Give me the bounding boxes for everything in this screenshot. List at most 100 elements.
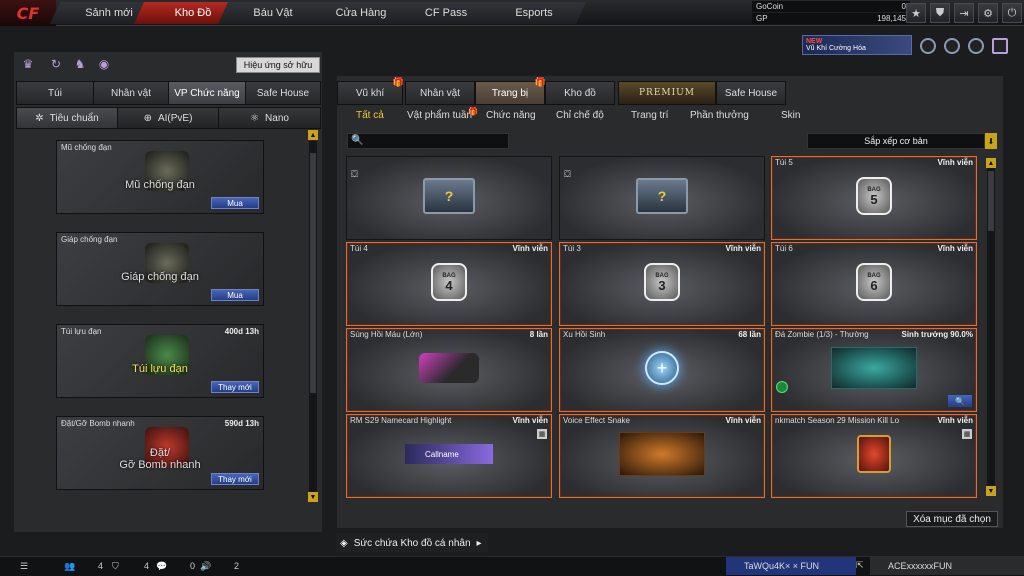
- scroll-up-icon[interactable]: ▲: [986, 158, 996, 168]
- subtab-tat-ca[interactable]: Tất cả: [356, 110, 384, 124]
- storage-capacity-bar[interactable]: ◈ Sức chứa Kho đồ cá nhân ▸: [336, 533, 488, 553]
- subtab-chuc-nang[interactable]: Chức năng: [486, 110, 536, 124]
- refresh-icon[interactable]: ↻: [48, 56, 64, 72]
- tab-trang-bi[interactable]: Trang bị 🎁: [475, 77, 546, 105]
- tab-bau-vat[interactable]: Báu Vật: [218, 2, 328, 24]
- bag-number: 6: [870, 277, 878, 293]
- game-logo[interactable]: CF: [0, 0, 56, 26]
- list-item[interactable]: Túi lựu đạn 400d 13h Túi lựu đạn Thay mớ…: [56, 324, 264, 398]
- tab-vp-chuc-nang[interactable]: VP Chức năng: [168, 81, 246, 105]
- renew-button[interactable]: Thay mới: [211, 381, 259, 393]
- scroll-thumb[interactable]: [310, 153, 316, 393]
- owned-effects-button[interactable]: Hiệu ứng sở hữu: [236, 57, 320, 73]
- inventory-card[interactable]: Súng Hồi Máu (Lớn) 8 lần: [346, 328, 552, 412]
- crate-icon: ⛋: [564, 169, 571, 179]
- search-input[interactable]: 🔍: [347, 133, 509, 149]
- scroll-up-icon[interactable]: ▲: [308, 130, 318, 140]
- mission-icon[interactable]: [944, 38, 960, 54]
- friends-icon[interactable]: 👥: [64, 560, 75, 572]
- inventory-card[interactable]: Đá Zombie (1/3) - Thường Sinh trưởng 90.…: [771, 328, 977, 412]
- tab-kho-do-right[interactable]: Kho đồ: [545, 81, 615, 105]
- renew-button[interactable]: Thay mới: [211, 473, 259, 485]
- layers-icon: ◈: [340, 537, 348, 549]
- card-duration: Vĩnh viễn: [937, 158, 973, 167]
- gift-icon[interactable]: ♛: [20, 56, 36, 72]
- subtab-phan-thuong[interactable]: Phần thưởng: [690, 110, 749, 124]
- left-scrollbar[interactable]: [308, 140, 318, 494]
- clan-count: 4: [144, 561, 150, 571]
- item-time: 590d 13h: [224, 419, 259, 428]
- sort-dropdown[interactable]: Sắp xếp cơ bản: [807, 133, 985, 149]
- tab-vu-khi[interactable]: Vũ khí 🎁: [337, 77, 404, 105]
- subtab-skin[interactable]: Skin: [781, 110, 800, 124]
- subtab-ai-pve[interactable]: ⊕ AI(PvE): [117, 107, 219, 129]
- tab-premium[interactable]: PREMIUM: [618, 81, 716, 105]
- exit-icon[interactable]: ⇥: [954, 3, 974, 23]
- tab-cf-pass[interactable]: CF Pass: [394, 2, 498, 24]
- chevron-down-icon[interactable]: ⬇: [985, 133, 997, 149]
- list-item[interactable]: Đặt/Gỡ Bomb nhanh 590d 13h Đặt/Gỡ Bomb n…: [56, 416, 264, 490]
- inventory-card[interactable]: Túi 4 Vĩnh viễn BAG 4: [346, 242, 552, 326]
- right-scrollbar[interactable]: [986, 158, 996, 496]
- subtab-nano[interactable]: ⚛ Nano: [218, 107, 321, 129]
- shield-icon[interactable]: ⛊: [930, 3, 950, 23]
- inventory-card[interactable]: ⛋ ?: [346, 156, 552, 240]
- scroll-down-icon[interactable]: ▼: [986, 486, 996, 496]
- scroll-thumb[interactable]: [988, 171, 994, 231]
- tab-nhan-vat-right[interactable]: Nhân vật: [405, 81, 475, 105]
- inventory-card[interactable]: nkmatch Season 29 Mission Kill Lo Vĩnh v…: [771, 414, 977, 498]
- chevron-right-icon: ▸: [476, 537, 482, 549]
- star-icon[interactable]: ★: [906, 3, 926, 23]
- heal-gun-icon: [419, 353, 479, 384]
- promo-banner[interactable]: NEW Vũ Khí Cường Hóa: [802, 35, 912, 55]
- namecard-art: Callname: [405, 444, 493, 465]
- chat-icon[interactable]: 💬: [156, 560, 167, 572]
- inventory-card[interactable]: Túi 6 Vĩnh viễn BAG 6: [771, 242, 977, 326]
- buy-button[interactable]: Mua: [211, 197, 259, 209]
- tab-label: Vũ khí: [355, 87, 385, 99]
- clan-icon[interactable]: ⛉: [112, 560, 119, 572]
- tab-safe-house[interactable]: Safe House: [245, 81, 321, 105]
- list-item[interactable]: Mũ chống đạn Mũ chống đạn Mua: [56, 140, 264, 214]
- bag-art: BAG 3: [644, 263, 680, 302]
- inventory-card[interactable]: Voice Effect Snake Vĩnh viễn: [559, 414, 765, 498]
- magnify-icon[interactable]: 🔍: [948, 395, 972, 407]
- vip-icon[interactable]: [992, 38, 1008, 54]
- bag-icon[interactable]: ◉: [96, 56, 112, 72]
- subtab-tieu-chuan[interactable]: ✲ Tiêu chuẩn: [16, 107, 118, 129]
- speaker-icon[interactable]: 🔊: [200, 560, 211, 572]
- menu-icon[interactable]: ☰: [20, 560, 28, 572]
- friend-notification[interactable]: ACExxxxxxFUN: [870, 557, 1024, 575]
- ranking-icon[interactable]: [968, 38, 984, 54]
- inventory-card[interactable]: Túi 5 Vĩnh viễn BAG 5: [771, 156, 977, 240]
- delete-selected-button[interactable]: Xóa mục đã chọn: [906, 511, 998, 527]
- friend-notification[interactable]: TaWQu4K× × FUN: [726, 557, 856, 575]
- gift-icon: 🎁: [468, 107, 478, 116]
- gear-icon[interactable]: ⚙: [978, 3, 998, 23]
- list-item[interactable]: Giáp chống đạn Giáp chống đạn Mua: [56, 232, 264, 306]
- inventory-card[interactable]: ⛋ ?: [559, 156, 765, 240]
- subtab-trang-tri[interactable]: Trang trí: [631, 110, 668, 124]
- tab-nhan-vat[interactable]: Nhân vật: [93, 81, 169, 105]
- character-icon[interactable]: ♞: [72, 56, 88, 72]
- expand-icon[interactable]: ⇱: [856, 560, 864, 571]
- card-duration: 8 lần: [529, 330, 548, 339]
- tab-esports[interactable]: Esports: [482, 2, 586, 24]
- buy-button[interactable]: Mua: [211, 289, 259, 301]
- event-icon[interactable]: [920, 38, 936, 54]
- tab-cua-hang[interactable]: Cửa Hàng: [312, 2, 410, 24]
- bag-number: 3: [658, 277, 666, 293]
- growth-icon: [776, 381, 788, 393]
- card-name: Túi 6: [775, 244, 793, 253]
- card-name: nkmatch Season 29 Mission Kill Lo: [775, 416, 900, 425]
- inventory-card[interactable]: RM S29 Namecard Highlight Vĩnh viễn ▦ Ca…: [346, 414, 552, 498]
- subtab-chi-che-do[interactable]: Chỉ chế độ: [556, 110, 604, 124]
- tab-tui[interactable]: Túi: [16, 81, 94, 105]
- inventory-card[interactable]: Túi 3 Vĩnh viễn BAG 3: [559, 242, 765, 326]
- card-duration: Vĩnh viễn: [937, 416, 973, 425]
- scroll-down-icon[interactable]: ▼: [308, 492, 318, 502]
- power-icon[interactable]: ⏻: [1002, 3, 1022, 23]
- tab-safe-house-right[interactable]: Safe House: [716, 81, 786, 105]
- inventory-card[interactable]: Xu Hồi Sinh 68 lần +: [559, 328, 765, 412]
- subtab-vat-pham-tuan[interactable]: Vật phẩm tuần: [407, 110, 472, 124]
